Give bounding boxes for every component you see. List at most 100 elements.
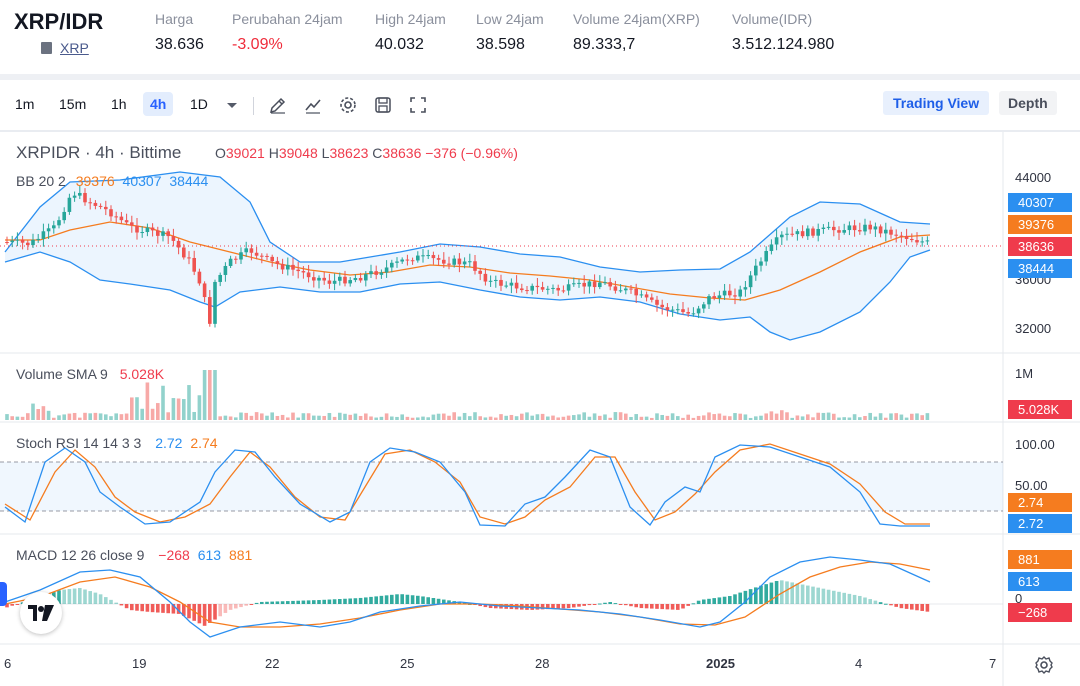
candle-body <box>286 264 290 270</box>
candle-body <box>639 294 644 296</box>
volume-bar <box>10 416 14 420</box>
candle-body <box>260 255 264 257</box>
stat-label: Harga <box>155 11 194 27</box>
volume-bar <box>530 415 534 420</box>
stat-value: 40.032 <box>375 36 424 53</box>
trading-chart[interactable]: XRPIDR · 4h · Bittime O39021 H39048 L386… <box>0 132 1080 686</box>
candle-body <box>660 304 664 308</box>
candle-body <box>774 237 779 245</box>
volume-bar <box>364 413 368 420</box>
depth-button[interactable]: Depth <box>999 91 1057 115</box>
chart-canvas[interactable] <box>0 132 1080 686</box>
timeframe-4h[interactable]: 4h <box>143 92 174 116</box>
volume-bar <box>244 412 248 420</box>
chevron-down-icon[interactable] <box>222 95 242 115</box>
stat-label: Perubahan 24jam <box>232 11 343 27</box>
price-tick: 32000 <box>1015 321 1052 336</box>
volume-bar <box>494 417 498 420</box>
fullscreen-icon[interactable] <box>408 95 428 115</box>
macd-histogram-bar <box>733 594 737 604</box>
volume-bar <box>644 416 649 420</box>
stoch-k-badge: 2.72 <box>1008 514 1072 533</box>
candle-body <box>483 273 488 282</box>
candle-body <box>462 261 467 265</box>
indicators-icon[interactable] <box>303 95 323 115</box>
trading-view-button[interactable]: Trading View <box>883 91 990 115</box>
volume-bar <box>598 415 602 420</box>
stat-label: Volume 24jam(XRP) <box>573 11 700 27</box>
volume-bar <box>150 408 155 420</box>
stoch-tick: 100.00 <box>1015 437 1055 452</box>
gear-icon[interactable] <box>1034 655 1054 675</box>
settings-icon[interactable] <box>338 95 358 115</box>
bb-mid-value: 39376 <box>75 173 115 189</box>
candle-body <box>244 248 248 253</box>
candle-body <box>358 277 363 281</box>
volume-bar <box>717 413 722 420</box>
macd-histogram-bar <box>280 601 285 604</box>
volume-bar <box>109 416 113 420</box>
candle-body <box>78 192 82 196</box>
macd-histogram-bar <box>681 604 685 609</box>
candle-body <box>743 287 748 290</box>
macd-histogram-bar <box>109 599 113 604</box>
macd-histogram-bar <box>291 600 295 604</box>
candle-body <box>57 220 61 226</box>
bb-band-fill <box>5 172 930 340</box>
volume-bar <box>171 398 176 420</box>
candle-body <box>816 228 820 236</box>
volume-bar <box>790 417 794 420</box>
macd-histogram-bar <box>582 604 586 606</box>
candle-body <box>36 238 40 240</box>
macd-histogram-bar <box>343 598 347 604</box>
macd-histogram-bar <box>717 597 722 604</box>
macd-signal-badge: 881 <box>1008 550 1072 569</box>
timeframe-1d[interactable]: 1D <box>190 96 208 112</box>
candle-body <box>405 259 410 261</box>
volume-bar <box>130 397 134 420</box>
asset-link[interactable]: XRP <box>41 40 89 56</box>
macd-histogram-bar <box>228 604 233 610</box>
timeframe-1m[interactable]: 1m <box>15 96 34 112</box>
volume-bar <box>910 413 914 420</box>
volume-bar <box>410 417 415 420</box>
market-header: XRP/IDR XRP Harga 38.636 Perubahan 24jam… <box>0 0 1080 74</box>
stat-price: Harga 38.636 <box>155 11 204 54</box>
volume-bar <box>192 411 196 420</box>
macd-histogram-bar <box>306 600 311 604</box>
stat-label: Low 24jam <box>476 11 544 27</box>
draw-tool-icon[interactable] <box>268 95 288 115</box>
volume-bar <box>624 413 628 420</box>
volume-bar <box>57 415 61 420</box>
macd-histogram-bar <box>119 604 124 606</box>
volume-bar <box>353 413 358 420</box>
candle-body <box>93 202 98 206</box>
macd-histogram-bar <box>150 604 155 613</box>
volume-bar <box>873 416 878 420</box>
candle-body <box>696 308 701 314</box>
volume-bar <box>884 417 888 420</box>
volume-bar <box>842 417 846 420</box>
volume-bar <box>161 385 165 420</box>
macd-histogram-bar <box>618 604 623 605</box>
macd-histogram-bar <box>598 603 602 605</box>
volume-bar <box>681 417 685 420</box>
volume-bar <box>618 412 623 420</box>
volume-bar <box>650 417 654 420</box>
volume-bar <box>317 415 321 420</box>
timeframe-15m[interactable]: 15m <box>59 96 86 112</box>
volume-bar <box>145 382 150 420</box>
stat-volume-idr: Volume(IDR) 3.512.124.980 <box>732 11 834 54</box>
macd-histogram-bar <box>920 604 924 611</box>
side-panel-handle[interactable] <box>0 582 7 606</box>
volume-bar <box>676 416 680 420</box>
tradingview-logo[interactable] <box>20 592 62 634</box>
volume-bar <box>634 414 638 420</box>
timeframe-1h[interactable]: 1h <box>111 96 127 112</box>
macd-histogram-bar <box>78 588 82 604</box>
save-icon[interactable] <box>373 95 393 115</box>
macd-histogram-bar <box>161 604 165 613</box>
macd-histogram-bar <box>410 595 415 604</box>
volume-bar <box>234 417 238 420</box>
stoch-legend: Stoch RSI 14 14 3 3 2.72 2.74 <box>16 435 218 451</box>
